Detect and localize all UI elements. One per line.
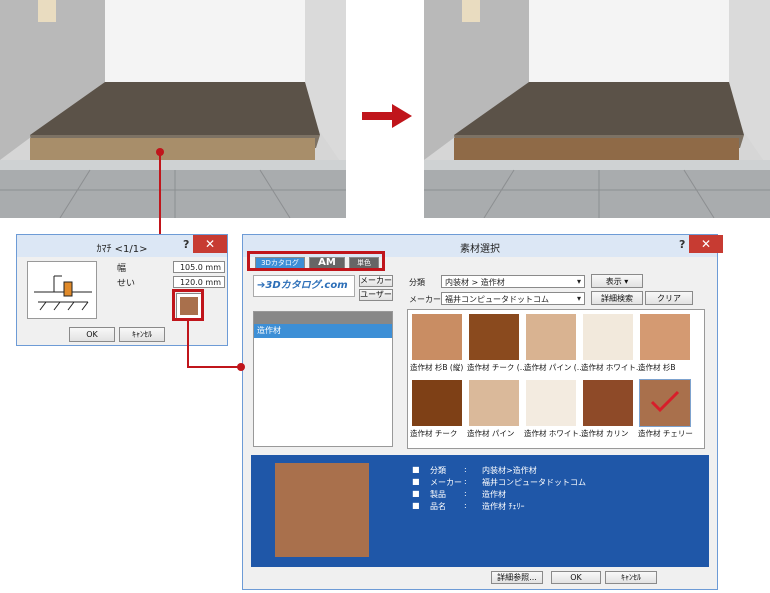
info-key: 製品 (430, 490, 446, 499)
connector-dot (156, 148, 164, 156)
ok-button[interactable]: OK (69, 327, 115, 342)
info-value: 造作材 (482, 490, 506, 499)
height-label: せい (117, 279, 136, 289)
detail-view-button[interactable]: 詳細参照... (491, 571, 543, 584)
clear-button[interactable]: クリア (645, 291, 693, 305)
kamachi-title-bar: ｶﾏﾁ <1/1> ? ✕ (17, 235, 227, 257)
swatch-item[interactable] (583, 314, 633, 360)
display-label: 表示 (605, 277, 622, 286)
swatch-item[interactable] (583, 380, 633, 426)
swatch-label: 造作材 杉B (縦) (410, 363, 464, 372)
room-render-before (0, 0, 346, 218)
material-dialog: 素材選択 ? ✕ 3Dカタログ AM 単色 ➔3Dカタログ.com メーカー ユ… (242, 234, 723, 590)
category-list: 造作材 (253, 311, 393, 447)
swatch-item[interactable] (412, 380, 462, 426)
info-sep: : (464, 501, 467, 510)
swatch-highlight (172, 289, 204, 321)
close-button[interactable]: ✕ (689, 235, 723, 253)
info-panel (251, 455, 709, 567)
info-sep: : (464, 477, 467, 486)
info-value: 造作材 ﾁｪﾘｰ (482, 502, 525, 511)
info-value: 福井コンピュータドットコム (482, 478, 586, 487)
info-value: 内装材>造作材 (482, 466, 537, 475)
section-preview (27, 261, 97, 319)
swatch-label: 造作材 チーク (… (467, 363, 528, 372)
swatch-grid: 造作材 杉B (縦) 造作材 チーク (… 造作材 パイン (… 造作材 ホワイト… 造… (407, 309, 705, 449)
maker-value: 福井コンピュータドットコム (445, 295, 549, 304)
swatch-label: 造作材 ホワイト… (524, 429, 587, 438)
user-button[interactable]: ユーザー (359, 289, 393, 301)
swatch-label: 造作材 パイン (467, 429, 515, 438)
category-label: 分類 (409, 278, 425, 287)
help-icon[interactable]: ? (183, 238, 189, 251)
connector-dot (237, 363, 245, 371)
cancel-button[interactable]: ｷｬﾝｾﾙ (605, 571, 657, 584)
connector-line (159, 152, 161, 234)
info-sep: : (464, 489, 467, 498)
width-field[interactable]: 105.0 mm (173, 261, 225, 273)
brand-logo: ➔3Dカタログ.com (253, 275, 355, 297)
swatch-label: 造作材 杉B (638, 363, 676, 372)
maker-select[interactable]: 福井コンピュータドットコム ▾ (441, 292, 585, 305)
detail-search-button[interactable]: 詳細検索 (591, 291, 643, 305)
height-field[interactable]: 120.0 mm (173, 276, 225, 288)
maker-label: メーカー (409, 295, 441, 304)
swatch-label: 造作材 チェリー (638, 429, 693, 438)
display-button[interactable]: 表示 ▾ (591, 274, 643, 288)
bullet-icon: ■ (412, 465, 420, 474)
swatch-item[interactable] (469, 380, 519, 426)
info-key: 品名 (430, 502, 446, 511)
swatch-item[interactable] (412, 314, 462, 360)
bullet-icon: ■ (412, 501, 420, 510)
help-icon[interactable]: ? (679, 238, 685, 251)
info-key: メーカー (430, 478, 462, 487)
chevron-down-icon: ▾ (576, 294, 581, 303)
swatch-label: 造作材 ホワイト… (581, 363, 644, 372)
swatch-label: 造作材 カリン (581, 429, 629, 438)
info-sep: : (464, 465, 467, 474)
swatch-label: 造作材 パイン (… (524, 363, 585, 372)
swatch-item[interactable] (526, 314, 576, 360)
category-select[interactable]: 内装材 > 造作材 ▾ (441, 275, 585, 288)
connector-line (187, 321, 189, 368)
connector-line (187, 366, 241, 368)
info-key: 分類 (430, 466, 446, 475)
cancel-button[interactable]: ｷｬﾝｾﾙ (119, 327, 165, 342)
ok-button[interactable]: OK (551, 571, 601, 584)
swatch-item[interactable] (640, 314, 690, 360)
room-render-after (424, 0, 770, 218)
room-after-image (424, 0, 770, 218)
checkmark-icon (650, 390, 680, 413)
chevron-down-icon: ▾ (576, 277, 581, 286)
maker-button[interactable]: メーカー (359, 275, 393, 287)
bullet-icon: ■ (412, 477, 420, 486)
swatch-item[interactable] (526, 380, 576, 426)
tabs-highlight (247, 251, 385, 271)
width-label: 幅 (117, 264, 127, 274)
arrow-icon (362, 104, 412, 128)
room-before-image (0, 0, 346, 218)
list-item[interactable]: 造作材 (254, 324, 392, 338)
close-button[interactable]: ✕ (193, 235, 227, 253)
swatch-item[interactable] (469, 314, 519, 360)
info-preview (275, 463, 369, 557)
swatch-label: 造作材 チーク (410, 429, 458, 438)
trim-section-diagram (34, 275, 92, 311)
bullet-icon: ■ (412, 489, 420, 498)
list-header (254, 312, 392, 324)
category-value: 内装材 > 造作材 (445, 278, 505, 287)
